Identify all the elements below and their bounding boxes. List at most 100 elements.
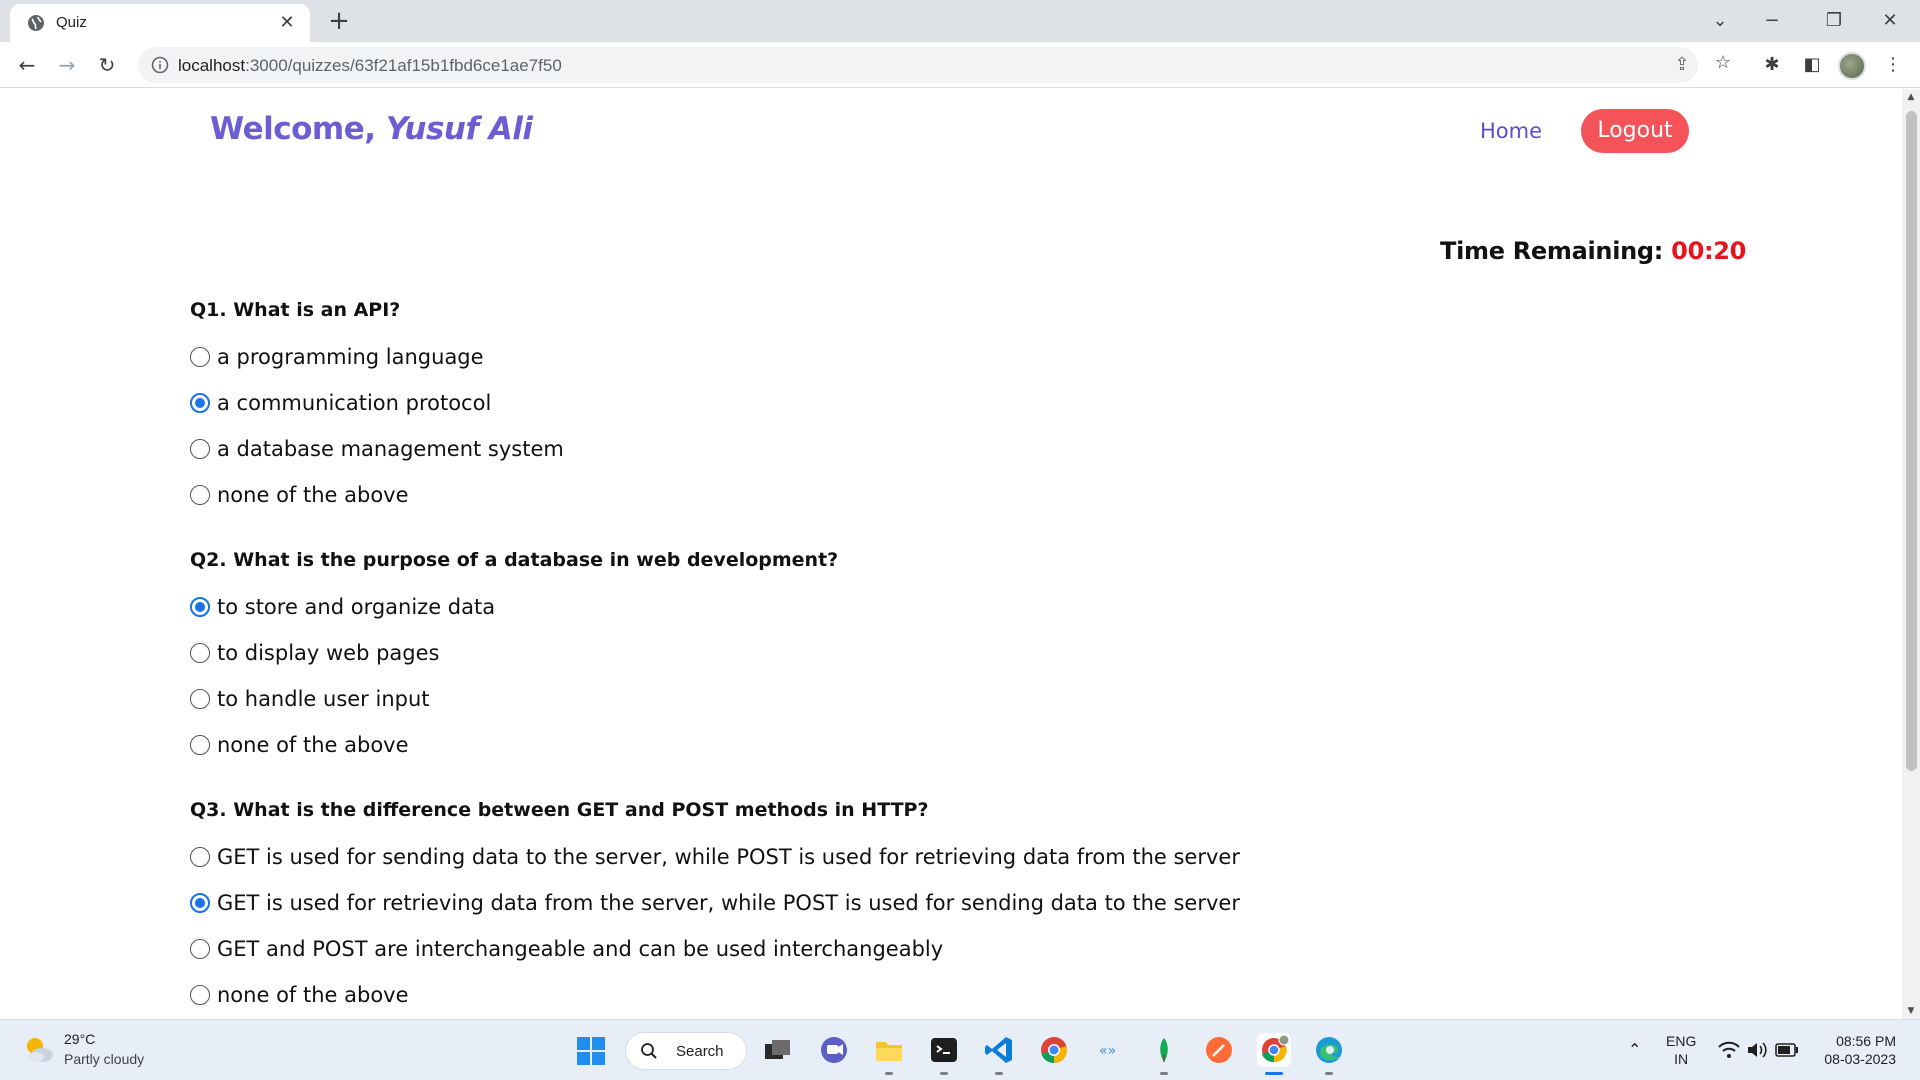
- welcome-prefix: Welcome,: [210, 111, 376, 147]
- radio-button[interactable]: [190, 939, 210, 959]
- q2-option-4[interactable]: none of the above: [190, 730, 409, 760]
- running-indicator: [885, 1072, 893, 1075]
- user-name: Yusuf Ali: [385, 111, 533, 147]
- radio-button[interactable]: [190, 439, 210, 459]
- clock-time: 08:56 PM: [1836, 1033, 1896, 1049]
- volume-icon[interactable]: [1746, 1040, 1768, 1060]
- browser-tab[interactable]: Quiz ✕: [10, 4, 310, 42]
- q3-option-1[interactable]: GET is used for sending data to the serv…: [190, 842, 1240, 872]
- tab-search-icon[interactable]: ⌄: [1700, 6, 1740, 36]
- tab-title: Quiz: [56, 14, 87, 31]
- url-text: localhost:3000/quizzes/63f21af15b1fbd6ce…: [178, 56, 562, 76]
- q2-option-3[interactable]: to handle user input: [190, 684, 430, 714]
- minimize-button[interactable]: −: [1752, 6, 1792, 36]
- option-label: GET is used for retrieving data from the…: [217, 891, 1240, 915]
- show-hidden-icons[interactable]: ⌃: [1628, 1040, 1641, 1059]
- page-scrollbar[interactable]: ▲ ▼: [1902, 89, 1920, 1019]
- question-3: Q3. What is the difference between GET a…: [190, 799, 929, 821]
- radio-button[interactable]: [190, 985, 210, 1005]
- side-panel-icon[interactable]: ◧: [1797, 50, 1827, 80]
- option-label: GET is used for sending data to the serv…: [217, 845, 1240, 869]
- address-bar[interactable]: localhost:3000/quizzes/63f21af15b1fbd6ce…: [138, 47, 1698, 83]
- q3-option-2[interactable]: GET is used for retrieving data from the…: [190, 888, 1240, 918]
- question-1: Q1. What is an API?: [190, 299, 401, 321]
- task-view-icon[interactable]: [760, 1033, 794, 1067]
- radio-button[interactable]: [190, 893, 210, 913]
- chrome-profile-icon[interactable]: [1257, 1033, 1291, 1067]
- running-indicator: [1160, 1072, 1168, 1075]
- search-label: Search: [676, 1043, 724, 1060]
- bookmark-star-icon[interactable]: ☆: [1708, 48, 1738, 78]
- q3-option-4[interactable]: none of the above: [190, 980, 409, 1010]
- vscode-icon[interactable]: [982, 1033, 1016, 1067]
- running-indicator: [940, 1072, 948, 1075]
- teams-chat-icon[interactable]: [817, 1033, 851, 1067]
- logout-button[interactable]: Logout: [1581, 109, 1689, 153]
- edge-icon[interactable]: [1312, 1033, 1346, 1067]
- option-label: none of the above: [217, 733, 409, 757]
- time-remaining: Time Remaining: 00:20: [1440, 237, 1746, 265]
- radio-button[interactable]: [190, 689, 210, 709]
- home-link[interactable]: Home: [1480, 119, 1542, 143]
- timer-label: Time Remaining:: [1440, 237, 1664, 265]
- option-label: none of the above: [217, 483, 409, 507]
- q1-option-2[interactable]: a communication protocol: [190, 388, 491, 418]
- option-label: to display web pages: [217, 641, 440, 665]
- terminal-icon[interactable]: [927, 1033, 961, 1067]
- battery-icon[interactable]: [1775, 1042, 1799, 1058]
- q2-option-1[interactable]: to store and organize data: [190, 592, 495, 622]
- close-window-button[interactable]: ✕: [1870, 6, 1910, 36]
- option-label: to store and organize data: [217, 595, 496, 619]
- clock-date: 08-03-2023: [1824, 1051, 1896, 1067]
- chrome-icon[interactable]: [1037, 1033, 1071, 1067]
- new-tab-button[interactable]: +: [324, 6, 354, 36]
- svg-text:«»: «»: [1099, 1043, 1116, 1059]
- share-icon[interactable]: ⇪: [1670, 53, 1694, 77]
- q1-option-1[interactable]: a programming language: [190, 342, 484, 372]
- active-indicator: [1265, 1072, 1283, 1075]
- q1-option-3[interactable]: a database management system: [190, 434, 564, 464]
- radio-button[interactable]: [190, 643, 210, 663]
- back-button[interactable]: ←: [12, 50, 42, 80]
- q2-option-2[interactable]: to display web pages: [190, 638, 440, 668]
- globe-icon: [28, 15, 44, 31]
- radio-button[interactable]: [190, 485, 210, 505]
- weather-desc: Partly cloudy: [64, 1051, 145, 1067]
- wifi-icon[interactable]: [1718, 1040, 1740, 1060]
- partly-cloudy-icon[interactable]: [22, 1033, 56, 1067]
- tab-close-icon[interactable]: ✕: [276, 12, 298, 34]
- language-indicator[interactable]: ENG IN: [1666, 1032, 1696, 1068]
- radio-button[interactable]: [190, 735, 210, 755]
- reload-button[interactable]: ↻: [92, 50, 122, 80]
- profile-avatar[interactable]: [1838, 52, 1866, 80]
- radio-button[interactable]: [190, 597, 210, 617]
- extensions-icon[interactable]: ✱: [1757, 50, 1787, 80]
- url-path: :3000/quizzes/63f21af15b1fbd6ce1ae7f50: [245, 56, 562, 75]
- taskbar: 29°C Partly cloudy Search «» ⌃ ENG IN 08…: [0, 1019, 1920, 1080]
- scroll-down-icon[interactable]: ▼: [1902, 1003, 1920, 1019]
- scrollbar-thumb[interactable]: [1906, 111, 1917, 771]
- mongodb-compass-icon[interactable]: [1147, 1033, 1181, 1067]
- menu-icon[interactable]: ⋮: [1878, 50, 1908, 80]
- dev-tool-icon[interactable]: «»: [1092, 1033, 1126, 1067]
- file-explorer-icon[interactable]: [872, 1033, 906, 1067]
- radio-button[interactable]: [190, 347, 210, 367]
- taskbar-search[interactable]: Search: [625, 1032, 747, 1070]
- question-2: Q2. What is the purpose of a database in…: [190, 549, 839, 571]
- site-info-icon[interactable]: [150, 55, 170, 75]
- system-clock[interactable]: 08:56 PM 08-03-2023: [1816, 1032, 1896, 1068]
- windows-start-icon[interactable]: [576, 1036, 606, 1066]
- forward-button[interactable]: →: [52, 50, 82, 80]
- running-indicator: [995, 1072, 1003, 1075]
- restore-button[interactable]: ❐: [1814, 6, 1854, 36]
- timer-value: 00:20: [1671, 237, 1747, 265]
- postman-icon[interactable]: [1202, 1033, 1236, 1067]
- search-icon: [641, 1043, 657, 1059]
- q3-option-3[interactable]: GET and POST are interchangeable and can…: [190, 934, 943, 964]
- radio-button[interactable]: [190, 393, 210, 413]
- scroll-up-icon[interactable]: ▲: [1902, 89, 1920, 105]
- browser-toolbar: ← → ↻ localhost:3000/quizzes/63f21af15b1…: [0, 42, 1920, 88]
- q1-option-4[interactable]: none of the above: [190, 480, 409, 510]
- radio-button[interactable]: [190, 847, 210, 867]
- option-label: GET and POST are interchangeable and can…: [217, 937, 944, 961]
